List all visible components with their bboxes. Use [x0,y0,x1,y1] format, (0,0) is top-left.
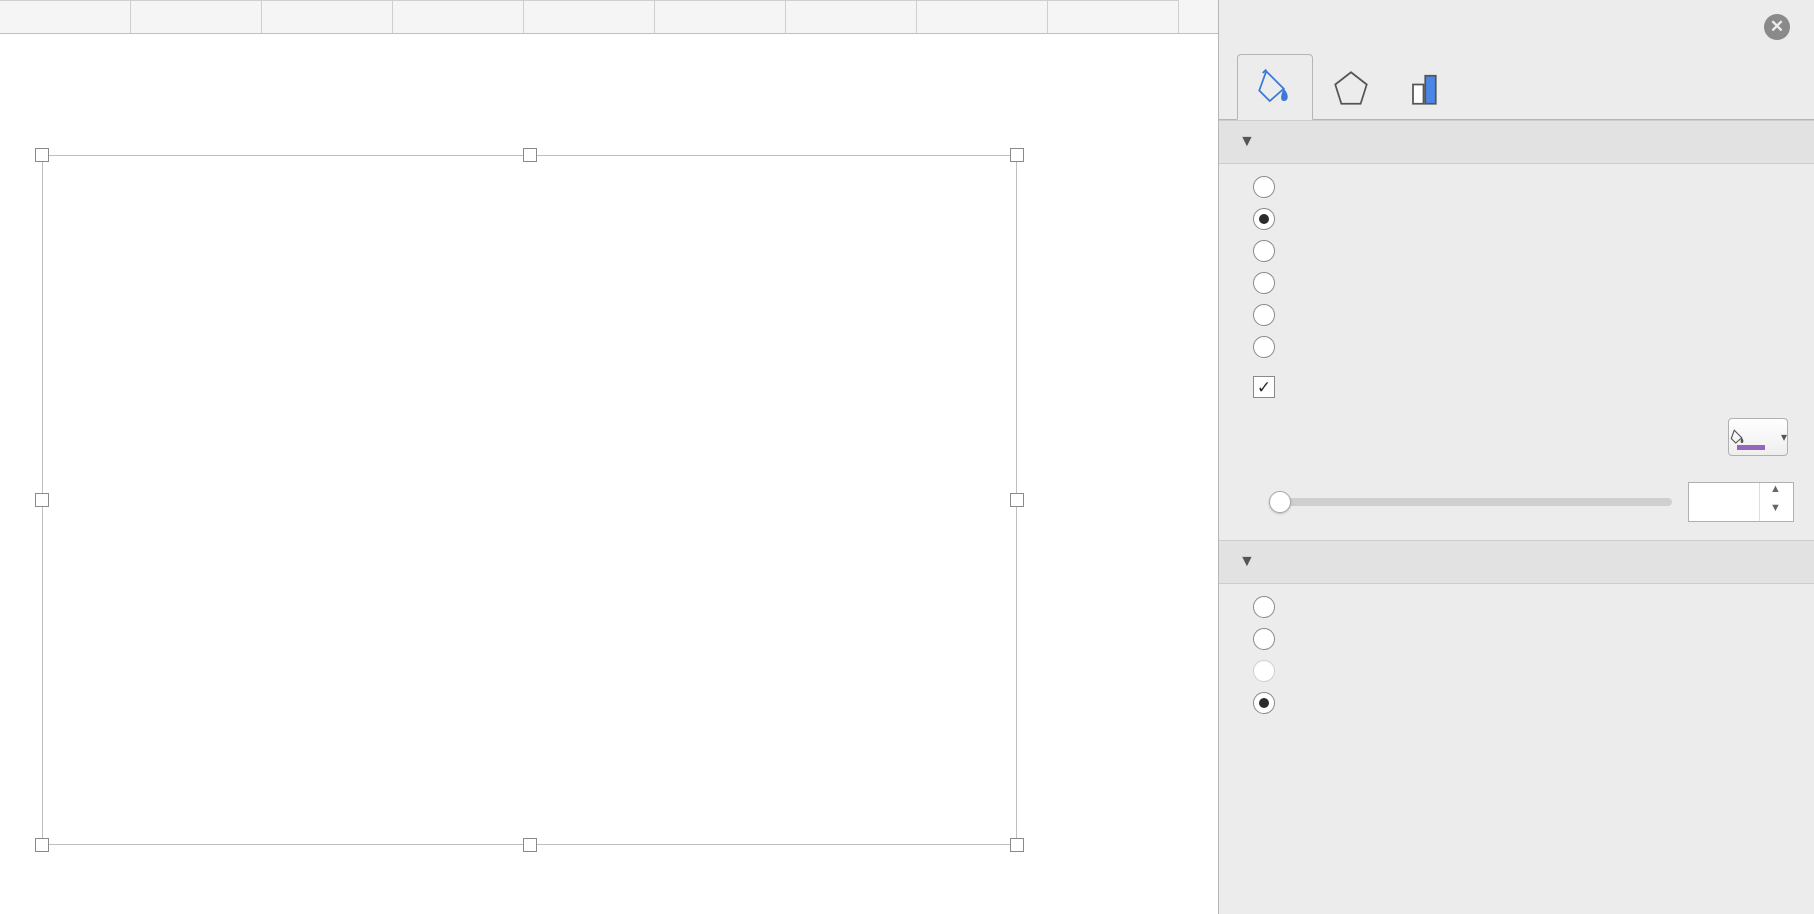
resize-handle[interactable] [35,148,49,162]
pentagon-icon [1330,67,1372,109]
radio-icon [1253,660,1275,682]
resize-handle[interactable] [1010,838,1024,852]
bar-chart-icon [1406,67,1448,109]
radio-icon [1253,336,1275,358]
tab-size[interactable] [1389,54,1465,120]
radio-icon [1253,272,1275,294]
transparency-spinner[interactable]: ▲▼ [1688,482,1794,522]
radio-icon [1253,208,1275,230]
column-headers [0,0,1218,34]
border-section-header[interactable]: ▼ [1219,540,1814,584]
col-head-d[interactable] [0,0,131,33]
radio-icon [1253,692,1275,714]
radio-no-fill[interactable] [1253,176,1794,198]
radio-gradient-line [1253,660,1794,682]
resize-handle[interactable] [523,148,537,162]
radio-pattern-fill[interactable] [1253,304,1794,326]
close-pane-button[interactable]: ✕ [1764,14,1790,40]
col-head-e[interactable] [131,0,262,33]
resize-handle[interactable] [35,838,49,852]
radio-icon [1253,628,1275,650]
col-head-f[interactable] [262,0,393,33]
border-section-body [1219,584,1814,732]
transparency-input[interactable] [1689,489,1759,515]
col-head-l[interactable] [1048,0,1179,33]
tab-fill[interactable] [1237,54,1313,120]
radio-picture-fill[interactable] [1253,272,1794,294]
col-head-h[interactable] [524,0,655,33]
format-pane: ✕ ▼ [1218,0,1814,914]
col-head-k[interactable] [917,0,1048,33]
step-down-button[interactable]: ▼ [1760,502,1791,521]
tab-effects[interactable] [1313,54,1389,120]
close-icon: ✕ [1770,17,1784,37]
transparency-slider[interactable] [1269,498,1672,506]
paint-bucket-icon [1254,66,1296,108]
resize-handle[interactable] [1010,148,1024,162]
fill-section-header[interactable]: ▼ [1219,120,1814,164]
chart-object[interactable] [42,155,1017,845]
step-up-button[interactable]: ▲ [1760,483,1791,502]
chart-plot-area[interactable] [43,174,1016,734]
radio-icon [1253,176,1275,198]
radio-icon [1253,596,1275,618]
chart-legend[interactable] [43,734,1016,760]
pie-chart[interactable] [140,274,920,654]
color-swatch [1737,445,1765,450]
slider-thumb[interactable] [1269,491,1291,513]
col-head-i[interactable] [655,0,786,33]
chevron-down-icon: ▾ [1781,430,1787,444]
radio-icon [1253,304,1275,326]
collapse-icon: ▼ [1239,553,1255,571]
resize-handle[interactable] [523,838,537,852]
radio-solid-line[interactable] [1253,628,1794,650]
checkbox-icon: ✓ [1253,376,1275,398]
col-head-j[interactable] [786,0,917,33]
radio-automatic-line[interactable] [1253,692,1794,714]
radio-icon [1253,240,1275,262]
col-head-g[interactable] [393,0,524,33]
radio-gradient-fill[interactable] [1253,240,1794,262]
radio-no-line[interactable] [1253,596,1794,618]
vary-colors-checkbox[interactable]: ✓ [1253,376,1794,398]
radio-solid-fill[interactable] [1253,208,1794,230]
fill-section-body: ✓ ▾ ▲▼ [1219,164,1814,540]
fill-color-picker[interactable]: ▾ [1728,418,1788,456]
pane-tabs [1219,54,1814,120]
collapse-icon: ▼ [1239,133,1255,151]
radio-automatic-fill[interactable] [1253,336,1794,358]
